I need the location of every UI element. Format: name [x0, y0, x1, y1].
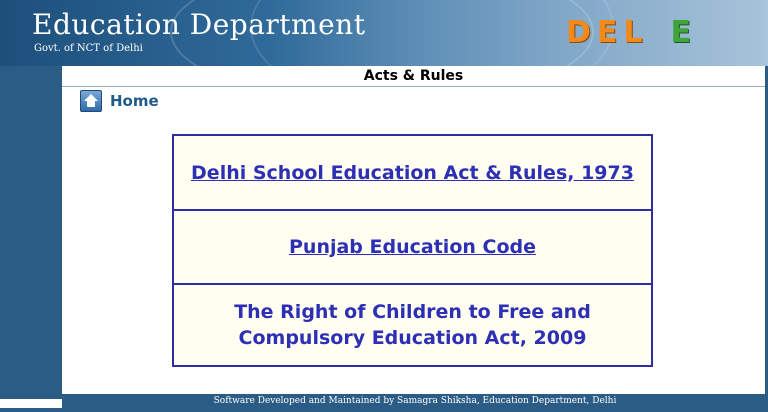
- home-icon[interactable]: [80, 90, 102, 112]
- title-divider: [62, 86, 765, 87]
- act-label-rte-line1: The Right of Children to Free and: [234, 301, 591, 323]
- act-link-delhi-school-education[interactable]: Delhi School Education Act & Rules, 1973: [191, 162, 634, 184]
- bottom-border: [0, 408, 768, 412]
- site-footer: Software Developed and Maintained by Sam…: [62, 394, 768, 408]
- logo-text-del: DEL: [566, 15, 649, 50]
- act-cell: Punjab Education Code: [172, 209, 653, 285]
- home-link[interactable]: Home: [80, 90, 159, 112]
- site-subtitle: Govt. of NCT of Delhi: [34, 43, 143, 54]
- left-sidebar: [0, 66, 62, 399]
- act-cell[interactable]: The Right of Children to Free and Compul…: [172, 283, 653, 367]
- site-header: Education Department Govt. of NCT of Del…: [0, 0, 768, 66]
- act-cell: Delhi School Education Act & Rules, 1973: [172, 134, 653, 211]
- page-title: Acts & Rules: [363, 68, 464, 84]
- home-link-label: Home: [110, 92, 159, 110]
- acts-table: Delhi School Education Act & Rules, 1973…: [172, 134, 653, 367]
- table-row: The Right of Children to Free and Compul…: [172, 283, 653, 367]
- dele-logo: DEL E: [566, 15, 697, 50]
- act-link-punjab-education-code[interactable]: Punjab Education Code: [289, 236, 536, 258]
- act-label-rte-line2: Compulsory Education Act, 2009: [238, 327, 587, 349]
- table-row: Delhi School Education Act & Rules, 1973: [172, 134, 653, 211]
- logo-text-e: E: [670, 15, 698, 50]
- site-title: Education Department: [32, 8, 366, 41]
- table-row: Punjab Education Code: [172, 209, 653, 285]
